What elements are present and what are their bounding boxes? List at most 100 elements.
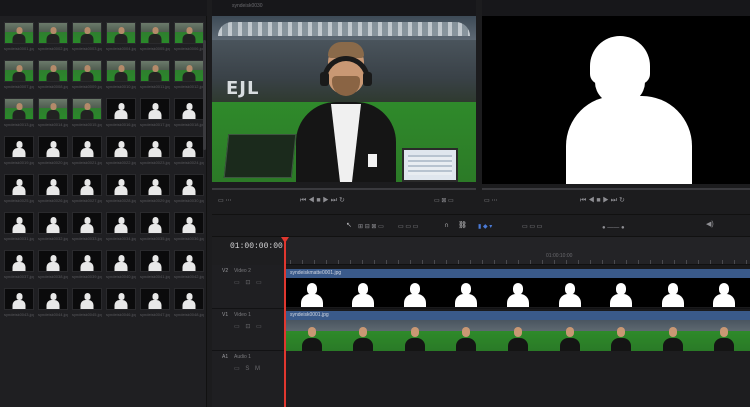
- clip-thumbnail: [4, 212, 34, 234]
- clip-thumbnail: [38, 98, 68, 120]
- media-pool-clip[interactable]: syndeisk0048.jpg: [174, 288, 204, 317]
- volume-icon[interactable]: ◀): [706, 220, 714, 230]
- track-header-v2[interactable]: V2 Video 2 ▭ ⊡ ▭: [212, 265, 286, 309]
- track-name[interactable]: Video 1: [234, 312, 251, 318]
- matte-frame-thumbnail: [610, 281, 633, 307]
- media-pool-clip[interactable]: syndeisk0023.jpg: [140, 136, 170, 165]
- track-name[interactable]: Video 2: [234, 268, 251, 274]
- track-header-v1[interactable]: V1 Video 1 ▭ ⊡ ▭: [212, 309, 286, 351]
- ruler-tick: [458, 260, 459, 264]
- media-pool-clip[interactable]: syndeisk0039.jpg: [72, 250, 102, 279]
- timeline-ruler[interactable]: 01:00:10:00: [286, 237, 750, 265]
- media-pool-clip[interactable]: syndeisk0047.jpg: [140, 288, 170, 317]
- media-pool-clip[interactable]: syndeisk0025.jpg: [4, 174, 34, 203]
- lane-a1: [286, 351, 750, 407]
- media-pool-clip[interactable]: syndeisk0017.jpg: [140, 98, 170, 127]
- media-pool-clip[interactable]: syndeisk0009.jpg: [72, 60, 102, 89]
- person-figure: [114, 217, 128, 233]
- media-pool-clip[interactable]: syndeisk0029.jpg: [140, 174, 170, 203]
- clip-thumbnail: [174, 250, 204, 272]
- source-transport-controls[interactable]: ⏮ ◀ ■ ▶ ⏭ ↻: [300, 196, 345, 206]
- media-pool-clip[interactable]: syndeisk0026.jpg: [38, 174, 68, 203]
- clip-thumbnail: [106, 288, 136, 310]
- media-pool-clip[interactable]: syndeisk0018.jpg: [174, 98, 204, 127]
- source-mark-icons[interactable]: ▭ ⊠ ▭: [434, 196, 454, 206]
- clip-thumbnail: [106, 22, 136, 44]
- clip-thumbnail: [106, 98, 136, 120]
- insert-overwrite-icons[interactable]: ▭ ▭ ▭: [398, 222, 418, 232]
- media-pool-clip[interactable]: syndeisk0007.jpg: [4, 60, 34, 89]
- playhead-line[interactable]: [284, 237, 286, 407]
- track-control-icons[interactable]: ▭ ⊡ ▭: [234, 279, 264, 286]
- media-pool-clip[interactable]: syndeisk0021.jpg: [72, 136, 102, 165]
- media-pool-scrollbar[interactable]: [203, 40, 206, 150]
- ruler-tick: [650, 260, 651, 264]
- media-pool-clip[interactable]: syndeisk0006.jpg: [174, 22, 204, 51]
- source-viewer[interactable]: EJL: [212, 16, 476, 182]
- flag-marker-icons[interactable]: ▮ ◆ ▾: [478, 222, 492, 232]
- media-pool-clip[interactable]: syndeisk0043.jpg: [4, 288, 34, 317]
- media-pool-clip[interactable]: syndeisk0001.jpg: [4, 22, 34, 51]
- clip-thumbnail: [174, 174, 204, 196]
- media-pool-clip[interactable]: syndeisk0010.jpg: [106, 60, 136, 89]
- source-scrubber[interactable]: [212, 188, 476, 190]
- media-pool-clip[interactable]: syndeisk0044.jpg: [38, 288, 68, 317]
- pointer-tool-icon[interactable]: ↖: [346, 221, 352, 231]
- person-figure: [80, 65, 94, 81]
- media-pool-clip[interactable]: syndeisk0014.jpg: [38, 98, 68, 127]
- media-pool-clip[interactable]: syndeisk0040.jpg: [106, 250, 136, 279]
- media-pool-clip[interactable]: syndeisk0031.jpg: [4, 212, 34, 241]
- media-pool-clip[interactable]: syndeisk0013.jpg: [4, 98, 34, 127]
- media-pool-clip[interactable]: syndeisk0033.jpg: [72, 212, 102, 241]
- media-pool-clip[interactable]: syndeisk0005.jpg: [140, 22, 170, 51]
- clip-v2-matte[interactable]: [286, 269, 750, 307]
- media-pool-clip[interactable]: syndeisk0035.jpg: [140, 212, 170, 241]
- zoom-icons[interactable]: ▭ ▭ ▭: [522, 222, 542, 232]
- media-pool-clip[interactable]: syndeisk0046.jpg: [106, 288, 136, 317]
- media-pool-clip[interactable]: syndeisk0004.jpg: [106, 22, 136, 51]
- media-pool-clip[interactable]: syndeisk0020.jpg: [38, 136, 68, 165]
- media-pool-clip[interactable]: syndeisk0011.jpg: [140, 60, 170, 89]
- media-pool-clip[interactable]: syndeisk0022.jpg: [106, 136, 136, 165]
- media-pool-clip[interactable]: syndeisk0032.jpg: [38, 212, 68, 241]
- track-name[interactable]: Audio 1: [234, 354, 251, 360]
- media-pool-clip[interactable]: syndeisk0028.jpg: [106, 174, 136, 203]
- color-frame-thumbnail: [611, 326, 632, 351]
- person-figure: [80, 179, 94, 195]
- timeline-transport-controls[interactable]: ⏮ ◀ ■ ▶ ⏭ ↻: [580, 196, 625, 206]
- track-control-icons[interactable]: ▭ S M: [234, 365, 262, 372]
- timeline-timecode[interactable]: 01:00:00:00: [230, 242, 283, 251]
- media-pool-clip[interactable]: syndeisk0024.jpg: [174, 136, 204, 165]
- edit-tools-icons[interactable]: ⊞ ⊟ ⊠ ▭: [358, 222, 384, 232]
- snapping-icon[interactable]: ∩: [444, 221, 449, 231]
- track-header-a1[interactable]: A1 Audio 1 ▭ S M: [212, 351, 286, 407]
- media-pool-clip[interactable]: syndeisk0003.jpg: [72, 22, 102, 51]
- media-pool-clip[interactable]: syndeisk0036.jpg: [174, 212, 204, 241]
- media-pool-clip[interactable]: syndeisk0019.jpg: [4, 136, 34, 165]
- zoom-slider[interactable]: ● ―― ●: [602, 223, 625, 233]
- media-pool-clip[interactable]: syndeisk0030.jpg: [174, 174, 204, 203]
- media-pool-clip[interactable]: syndeisk0008.jpg: [38, 60, 68, 89]
- media-pool-clip[interactable]: syndeisk0012.jpg: [174, 60, 204, 89]
- media-pool-clip[interactable]: syndeisk0042.jpg: [174, 250, 204, 279]
- media-pool-clip[interactable]: syndeisk0002.jpg: [38, 22, 68, 51]
- timeline-view-options-icon[interactable]: ▭ ⋯: [484, 196, 497, 206]
- person-figure: [12, 255, 26, 271]
- track-control-icons[interactable]: ▭ ⊡ ▭: [234, 323, 264, 330]
- media-pool-clip[interactable]: syndeisk0015.jpg: [72, 98, 102, 127]
- media-pool-clip[interactable]: syndeisk0038.jpg: [38, 250, 68, 279]
- media-pool-clip[interactable]: syndeisk0016.jpg: [106, 98, 136, 127]
- person-figure: [182, 103, 196, 119]
- media-pool-clip[interactable]: syndeisk0034.jpg: [106, 212, 136, 241]
- clip-thumbnail: [106, 136, 136, 158]
- media-pool-clip[interactable]: syndeisk0027.jpg: [72, 174, 102, 203]
- ruler-tick: [338, 260, 339, 264]
- clip-v1-color[interactable]: [286, 311, 750, 351]
- source-view-options-icon[interactable]: ▭ ⋯: [218, 196, 231, 206]
- media-pool-clip[interactable]: syndeisk0037.jpg: [4, 250, 34, 279]
- media-pool-clip[interactable]: syndeisk0041.jpg: [140, 250, 170, 279]
- timeline-viewer-matte[interactable]: [482, 16, 750, 192]
- timeline-scrubber[interactable]: [482, 188, 750, 190]
- link-icon[interactable]: ⛓: [458, 221, 467, 231]
- media-pool-clip[interactable]: syndeisk0045.jpg: [72, 288, 102, 317]
